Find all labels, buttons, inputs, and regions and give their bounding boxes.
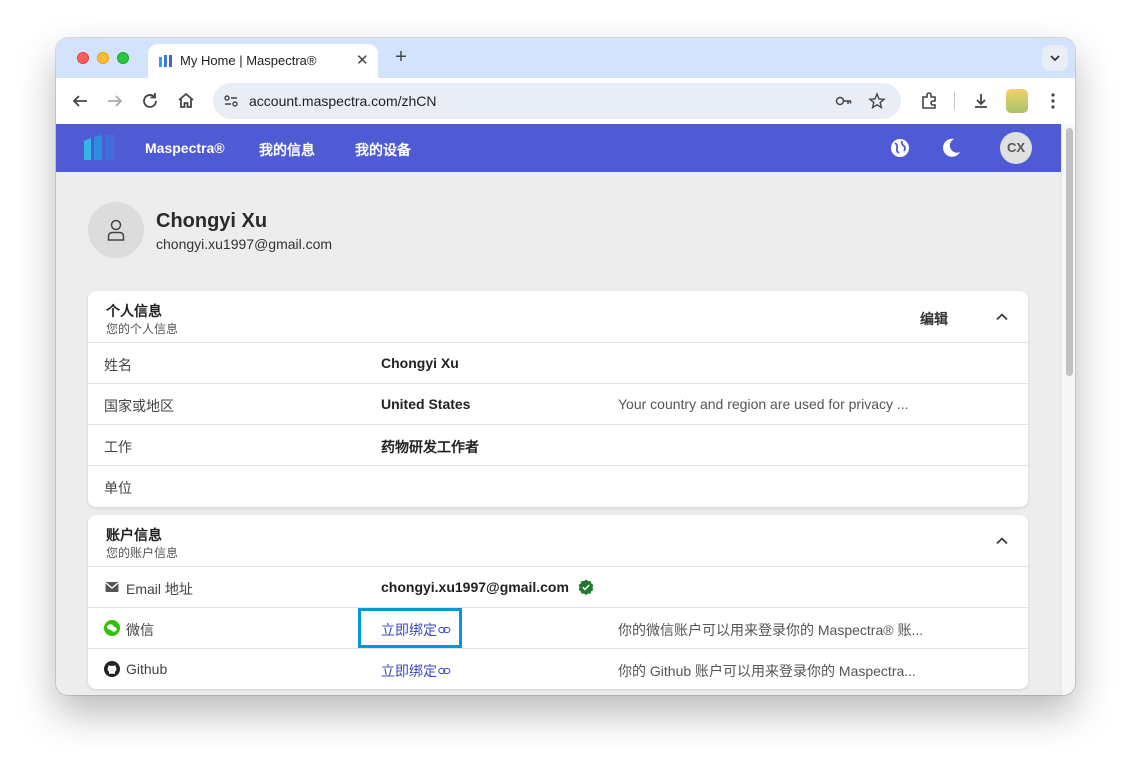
site-info-icon[interactable] — [223, 93, 239, 109]
row-value: chongyi.xu1997@gmail.com — [381, 579, 569, 595]
browser-window: My Home | Maspectra® ✕ + account.maspect… — [56, 38, 1075, 695]
tab-title: My Home | Maspectra® — [180, 53, 317, 68]
tab-strip: My Home | Maspectra® ✕ + — [56, 38, 1075, 78]
close-tab-icon[interactable]: ✕ — [356, 51, 369, 69]
info-row-job[interactable]: 工作 药物研发工作者 — [88, 425, 1028, 466]
toolbar-divider — [954, 92, 955, 110]
browser-tab[interactable]: My Home | Maspectra® ✕ — [148, 44, 378, 78]
browser-toolbar: account.maspectra.com/zhCN — [56, 78, 1075, 124]
row-label: 微信 — [126, 622, 154, 638]
account-row-email[interactable]: Email 地址 chongyi.xu1997@gmail.com — [88, 567, 1028, 608]
personal-info-header[interactable]: 个人信息 您的个人信息 编辑 — [88, 291, 1028, 343]
row-description: 你的微信账户可以用来登录你的 Maspectra® 账... — [618, 622, 924, 638]
back-icon[interactable] — [68, 89, 92, 113]
chevron-up-icon[interactable] — [994, 533, 1010, 549]
reload-icon[interactable] — [138, 89, 162, 113]
row-label: 工作 — [104, 439, 132, 455]
bind-link-label: 立即绑定 — [381, 663, 437, 679]
info-row-country[interactable]: 国家或地区 United States Your country and reg… — [88, 384, 1028, 425]
home-icon[interactable] — [174, 89, 198, 113]
card-title: 账户信息 — [106, 527, 162, 543]
more-menu-icon[interactable] — [1041, 89, 1065, 113]
bookmark-star-icon[interactable] — [868, 92, 886, 110]
minimize-window-button[interactable] — [97, 52, 109, 64]
highlight-box — [358, 608, 462, 648]
forward-icon[interactable] — [103, 89, 127, 113]
info-row-organization[interactable]: 单位 — [88, 466, 1028, 507]
profile-email: chongyi.xu1997@gmail.com — [156, 236, 333, 252]
maspectra-favicon-icon — [159, 55, 172, 67]
row-value: 药物研发工作者 — [381, 439, 479, 455]
info-row-name[interactable]: 姓名 Chongyi Xu — [88, 343, 1028, 384]
card-subtitle: 您的个人信息 — [106, 322, 179, 336]
close-window-button[interactable] — [77, 52, 89, 64]
card-title: 个人信息 — [106, 303, 162, 319]
address-bar[interactable]: account.maspectra.com/zhCN — [213, 83, 901, 119]
row-label: Github — [126, 661, 168, 677]
new-tab-button[interactable]: + — [391, 46, 411, 70]
chevron-up-icon[interactable] — [994, 309, 1010, 325]
bind-github-link[interactable]: 立即绑定 — [381, 661, 451, 681]
row-description: 你的 Github 账户可以用来登录你的 Maspectra... — [618, 663, 916, 679]
row-label: 姓名 — [104, 357, 132, 373]
wechat-icon — [104, 620, 120, 636]
card-subtitle: 您的账户信息 — [106, 546, 179, 560]
profile-avatar-icon[interactable] — [1006, 89, 1028, 113]
zoom-window-button[interactable] — [117, 52, 129, 64]
link-icon — [438, 667, 451, 675]
user-avatar[interactable]: CX — [1000, 132, 1032, 164]
verified-check-icon — [578, 579, 594, 595]
nav-my-info[interactable]: 我的信息 — [259, 140, 315, 160]
page-content: Maspectra® 我的信息 我的设备 CX Chongyi Xu chong… — [56, 124, 1061, 695]
row-label: Email 地址 — [126, 581, 193, 597]
brand-link[interactable]: Maspectra® — [145, 140, 225, 156]
edit-button[interactable]: 编辑 — [920, 309, 948, 329]
row-value: Chongyi Xu — [381, 355, 459, 371]
key-icon[interactable] — [835, 93, 853, 109]
row-description: Your country and region are used for pri… — [618, 396, 909, 412]
chevron-down-icon — [1050, 55, 1060, 62]
account-row-wechat[interactable]: 微信 立即绑定 你的微信账户可以用来登录你的 Maspectra® 账... — [88, 608, 1028, 649]
mail-icon — [105, 582, 119, 592]
account-info-card: 账户信息 您的账户信息 Email 地址 chongyi.xu1997@gmai… — [88, 515, 1028, 689]
dark-mode-moon-icon[interactable] — [940, 137, 962, 159]
row-value: United States — [381, 396, 471, 412]
nav-my-devices[interactable]: 我的设备 — [355, 140, 411, 160]
app-header: Maspectra® 我的信息 我的设备 CX — [56, 124, 1061, 172]
account-row-github[interactable]: Github 立即绑定 你的 Github 账户可以用来登录你的 Maspect… — [88, 649, 1028, 689]
account-info-header[interactable]: 账户信息 您的账户信息 — [88, 515, 1028, 567]
scrollbar-thumb[interactable] — [1066, 128, 1073, 376]
row-label: 国家或地区 — [104, 398, 174, 414]
download-icon[interactable] — [969, 89, 993, 113]
profile-avatar — [88, 202, 144, 258]
profile-name: Chongyi Xu — [156, 210, 268, 232]
extensions-icon[interactable] — [917, 89, 941, 113]
globe-icon[interactable] — [890, 138, 910, 158]
row-label: 单位 — [104, 480, 132, 496]
personal-info-card: 个人信息 您的个人信息 编辑 姓名 Chongyi Xu 国家或地区 Unite… — [88, 291, 1028, 507]
page-scrollbar[interactable] — [1061, 124, 1075, 695]
maspectra-logo-icon[interactable] — [82, 133, 118, 163]
tab-search-button[interactable] — [1042, 45, 1068, 71]
github-icon — [104, 661, 120, 677]
url-text: account.maspectra.com/zhCN — [249, 93, 437, 109]
user-icon — [107, 219, 125, 241]
